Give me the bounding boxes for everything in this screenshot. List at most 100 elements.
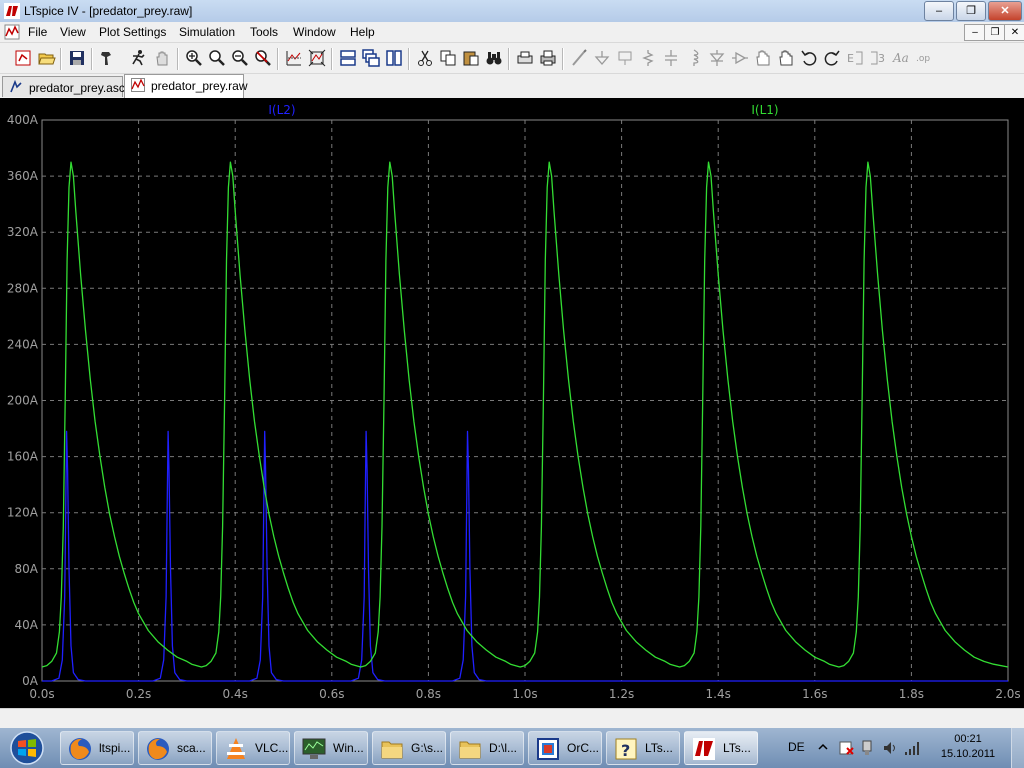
inductor-icon[interactable] [685, 49, 703, 67]
tile-vertical-icon[interactable] [385, 49, 403, 67]
taskbar-item-label: ltspi... [99, 741, 131, 755]
trace-label-il2[interactable]: I(L2) [268, 103, 295, 117]
copy-icon[interactable] [439, 49, 457, 67]
halt-icon[interactable] [153, 49, 171, 67]
taskbar-item-label: LTs... [645, 741, 673, 755]
svg-text:Aa: Aa [892, 51, 909, 65]
zoom-area-icon[interactable] [208, 49, 226, 67]
usb-device-icon[interactable] [860, 740, 876, 756]
menu-bar: File View Plot Settings Simulation Tools… [0, 22, 1024, 42]
ground-icon[interactable] [593, 49, 611, 67]
mdi-restore-button[interactable]: ❐ [984, 24, 1006, 41]
menu-window[interactable]: Window [293, 25, 336, 39]
x-tick-label: 1.2s [609, 687, 634, 701]
zoom-cancel-icon[interactable] [254, 49, 272, 67]
language-indicator[interactable]: DE [788, 740, 805, 754]
mdi-minimize-button[interactable]: – [964, 24, 986, 41]
mirror-icon[interactable]: 3 [869, 49, 887, 67]
save-icon[interactable] [68, 49, 86, 67]
capacitor-icon[interactable] [662, 49, 680, 67]
taskbar-item[interactable]: G:\s... [372, 731, 446, 765]
tab-schematic[interactable]: predator_prey.asc [2, 76, 125, 97]
menu-help[interactable]: Help [350, 25, 375, 39]
component-icon[interactable] [731, 49, 749, 67]
y-tick-label: 360A [7, 169, 39, 183]
x-tick-label: 1.8s [899, 687, 924, 701]
open-icon[interactable] [38, 49, 56, 67]
clock[interactable]: 00:21 15.10.2011 [938, 732, 998, 762]
paste-icon[interactable] [462, 49, 480, 67]
mdi-close-button[interactable]: ✕ [1004, 24, 1024, 41]
run-icon[interactable] [129, 49, 147, 67]
taskbar-item-label: VLC... [255, 741, 289, 755]
system-tray: DE 00:21 15.10.2011 [780, 728, 1024, 768]
waveform-plot[interactable]: 0.0s 0.2s 0.4s 0.6s 0.8s 1.0s 1.2s 1.4s 1.6s 1.8s… [0, 98, 1024, 708]
taskbar-item[interactable]: D:\l... [450, 731, 524, 765]
minimize-button[interactable]: – [924, 1, 954, 21]
firefox-icon [69, 738, 91, 760]
drag-icon[interactable] [777, 49, 795, 67]
show-hidden-icons-icon[interactable] [818, 742, 828, 752]
label-icon[interactable] [616, 49, 634, 67]
trace-label-il1[interactable]: I(L1) [751, 103, 778, 117]
zoom-in-icon[interactable] [185, 49, 203, 67]
network-signal-icon[interactable] [904, 740, 922, 756]
taskbar-item[interactable]: VLC... [216, 731, 290, 765]
action-center-icon[interactable] [838, 740, 854, 756]
print-icon[interactable] [539, 49, 557, 67]
clock-date: 15.10.2011 [940, 748, 996, 760]
spice-directive-icon[interactable]: .op [915, 49, 933, 67]
restore-button[interactable]: ❐ [956, 1, 986, 21]
menu-simulation[interactable]: Simulation [179, 25, 235, 39]
taskbar-item[interactable]: ? LTs... [606, 731, 680, 765]
wire-icon[interactable] [570, 49, 588, 67]
folder-icon [459, 741, 481, 759]
zoom-out-icon[interactable] [231, 49, 249, 67]
taskbar-item[interactable]: ltspi... [60, 731, 134, 765]
cascade-icon[interactable] [362, 49, 380, 67]
firefox-icon [147, 738, 169, 760]
x-tick-label: 0.8s [416, 687, 441, 701]
menu-plot-settings[interactable]: Plot Settings [99, 25, 166, 39]
menu-view[interactable]: View [60, 25, 86, 39]
volume-icon[interactable] [882, 740, 898, 756]
undo-icon[interactable] [800, 49, 818, 67]
show-desktop-button[interactable] [1011, 728, 1024, 768]
taskbar-item[interactable]: OrC... [528, 731, 602, 765]
clock-time: 00:21 [954, 733, 982, 745]
autorange-icon[interactable] [285, 49, 303, 67]
taskbar-item-label: G:\s... [411, 741, 444, 755]
taskbar-item[interactable]: Win... [294, 731, 368, 765]
menu-file[interactable]: File [28, 25, 47, 39]
find-icon[interactable] [485, 49, 503, 67]
tile-horizontal-icon[interactable] [339, 49, 357, 67]
waveform-doc-icon[interactable] [4, 24, 20, 40]
taskbar-item-label: Win... [333, 741, 364, 755]
close-button[interactable]: ✕ [988, 1, 1022, 21]
taskbar: ltspi... sca... VLC... Win... G:\s... D:\l...… [0, 728, 1024, 768]
move-icon[interactable] [754, 49, 772, 67]
rotate-icon[interactable]: E [846, 49, 864, 67]
taskbar-item[interactable]: sca... [138, 731, 212, 765]
taskbar-item[interactable]: LTs... [684, 731, 758, 765]
resistor-icon[interactable] [639, 49, 657, 67]
waveform-icon [131, 78, 145, 92]
trace-il1[interactable] [41, 161, 1009, 668]
menu-tools[interactable]: Tools [250, 25, 278, 39]
cut-icon[interactable] [416, 49, 434, 67]
print-setup-icon[interactable] [516, 49, 534, 67]
y-tick-label: 200A [7, 394, 39, 408]
new-schematic-icon[interactable] [14, 49, 32, 67]
x-tick-label: 0.6s [319, 687, 344, 701]
control-panel-icon[interactable] [99, 49, 117, 67]
zoom-fit-icon[interactable] [308, 49, 326, 67]
redo-icon[interactable] [823, 49, 841, 67]
x-tick-label: 0.0s [29, 687, 54, 701]
tab-waveform[interactable]: predator_prey.raw [124, 74, 248, 98]
diode-icon[interactable] [708, 49, 726, 67]
svg-text:3: 3 [878, 52, 885, 65]
waveform-viewer[interactable]: 0.0s 0.2s 0.4s 0.6s 0.8s 1.0s 1.2s 1.4s 1.6s 1.8s… [0, 98, 1024, 708]
x-tick-label: 0.2s [126, 687, 151, 701]
text-icon[interactable]: Aa [892, 49, 910, 67]
start-button[interactable] [3, 730, 51, 766]
